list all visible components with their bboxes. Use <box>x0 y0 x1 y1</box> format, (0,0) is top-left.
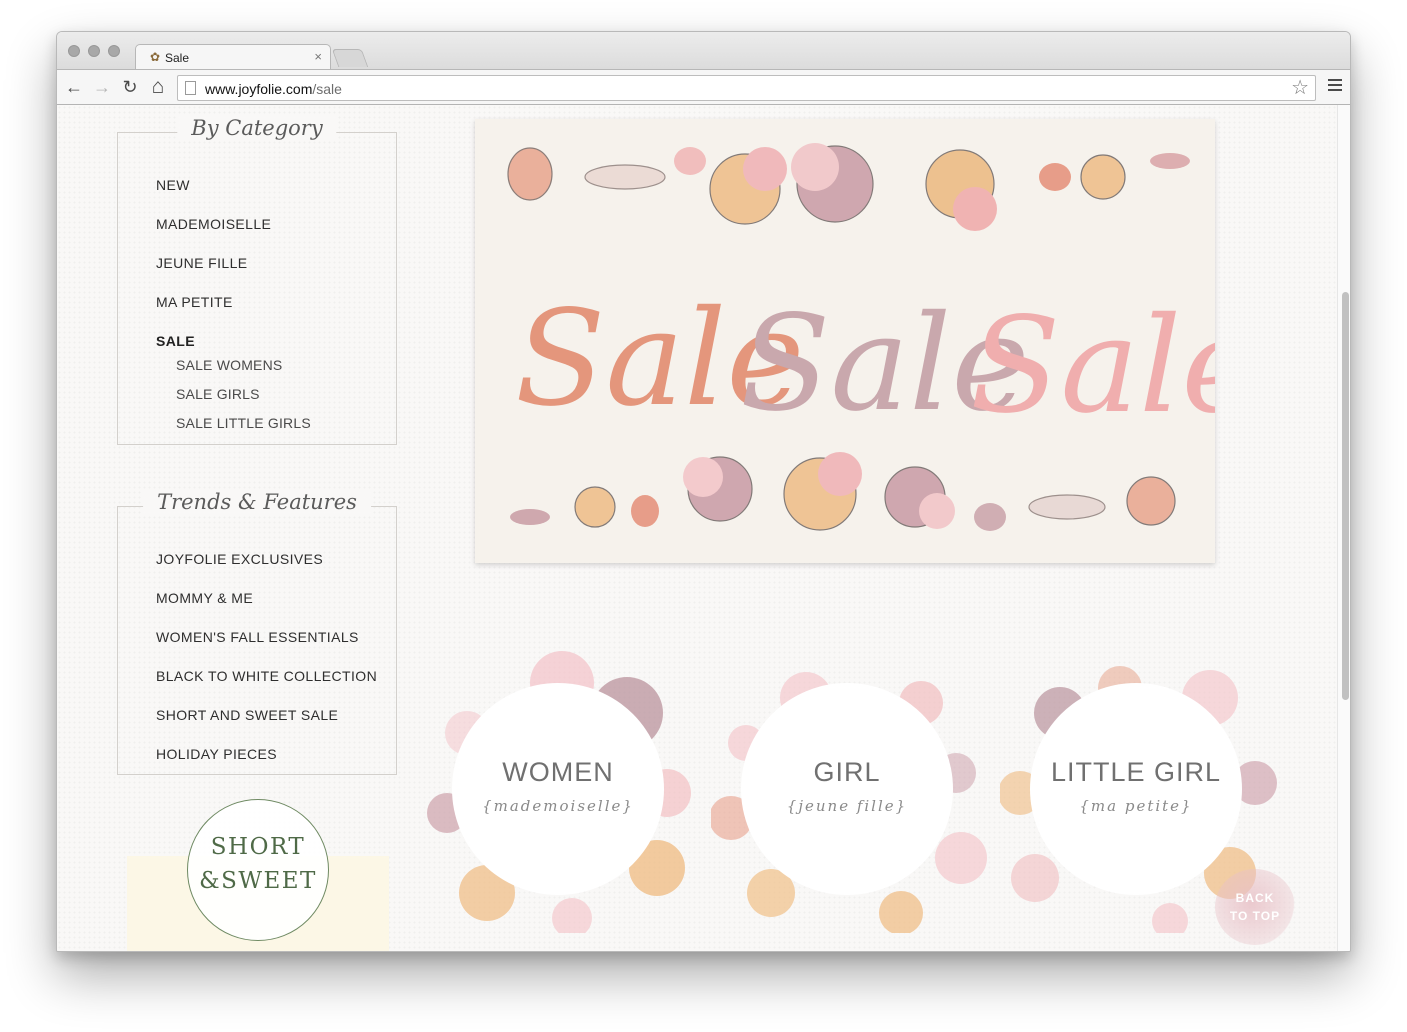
new-tab-button[interactable] <box>331 49 369 67</box>
bookmark-star-icon[interactable]: ☆ <box>1291 77 1309 99</box>
category-panel: By Category NEW MADEMOISELLE JEUNE FILLE… <box>117 116 397 445</box>
nav-item-jeune-fille[interactable]: JEUNE FILLE <box>156 255 248 271</box>
back-to-top-button[interactable]: BACK TO TOP <box>1215 869 1295 945</box>
girl-category-tile[interactable]: GIRL {jeune fille} <box>711 643 991 933</box>
nav-item-ma-petite[interactable]: MA PETITE <box>156 294 233 310</box>
promo-line-1: SHORT <box>210 834 306 860</box>
joyfolie-favicon-icon: ✿ <box>149 50 161 64</box>
minimize-window-button[interactable] <box>88 45 100 57</box>
back-arrow-icon[interactable]: ← <box>63 76 85 98</box>
trends-panel: Trends & Features JOYFOLIE EXCLUSIVES MO… <box>117 490 397 775</box>
women-category-tile[interactable]: WOMEN {mademoiselle} <box>422 643 702 933</box>
little-girl-title: LITTLE GIRL <box>1050 757 1222 787</box>
floral-decoration: Sale Sale Sale <box>507 143 1215 531</box>
close-window-button[interactable] <box>68 45 80 57</box>
nav-item-short-and-sweet-sale[interactable]: SHORT AND SWEET SALE <box>156 707 338 723</box>
sale-banner[interactable]: Sale Sale Sale <box>475 119 1215 563</box>
little-girl-circle: LITTLE GIRL {ma petite} <box>1030 683 1242 895</box>
women-title: WOMEN <box>502 757 614 787</box>
url-text: www.joyfolie.com/sale <box>205 81 342 97</box>
sale-word-3: Sale <box>970 289 1215 443</box>
page-scrollbar[interactable] <box>1337 105 1350 951</box>
nav-subitem-sale-girls[interactable]: SALE GIRLS <box>176 386 260 402</box>
little-girl-subtitle: {ma petite} <box>1079 797 1193 815</box>
nav-item-mademoiselle[interactable]: MADEMOISELLE <box>156 216 271 232</box>
nav-item-joyfolie-exclusives[interactable]: JOYFOLIE EXCLUSIVES <box>156 551 323 567</box>
browser-window: ✿ Sale × ← → ↻ ⌂ www.joyfolie.com/sale ☆… <box>56 31 1351 952</box>
nav-item-new[interactable]: NEW <box>156 177 190 193</box>
tab-close-icon[interactable]: × <box>314 49 322 64</box>
women-circle: WOMEN {mademoiselle} <box>452 683 664 895</box>
hamburger-menu-icon[interactable] <box>1328 79 1342 93</box>
nav-item-sale[interactable]: SALE <box>156 333 195 349</box>
reload-icon[interactable]: ↻ <box>119 76 141 98</box>
girl-title: GIRL <box>813 757 881 787</box>
home-icon[interactable]: ⌂ <box>147 76 169 98</box>
scrollbar-thumb[interactable] <box>1342 292 1349 700</box>
category-panel-title: By Category <box>177 116 337 140</box>
promo-line-2: &SWEET <box>199 868 317 894</box>
nav-item-holiday-pieces[interactable]: HOLIDAY PIECES <box>156 746 277 762</box>
page-icon <box>185 81 196 95</box>
zoom-window-button[interactable] <box>108 45 120 57</box>
nav-item-womens-fall-essentials[interactable]: WOMEN'S FALL ESSENTIALS <box>156 629 359 645</box>
back-to-top-line-2: TO TOP <box>1229 909 1281 923</box>
short-and-sweet-promo[interactable]: SHORT &SWEET <box>187 799 329 941</box>
browser-toolbar: ← → ↻ ⌂ www.joyfolie.com/sale ☆ <box>57 69 1350 105</box>
nav-item-black-to-white-collection[interactable]: BLACK TO WHITE COLLECTION <box>156 668 377 684</box>
girl-circle: GIRL {jeune fille} <box>741 683 953 895</box>
nav-subitem-sale-womens[interactable]: SALE WOMENS <box>176 357 282 373</box>
nav-subitem-sale-little-girls[interactable]: SALE LITTLE GIRLS <box>176 415 311 431</box>
back-to-top-line-1: BACK <box>1235 891 1275 905</box>
tab-title: Sale <box>165 51 190 65</box>
page-viewport: By Category NEW MADEMOISELLE JEUNE FILLE… <box>57 105 1337 951</box>
title-bar: ✿ Sale × <box>57 32 1350 70</box>
women-subtitle: {mademoiselle} <box>482 797 634 815</box>
nav-item-mommy-and-me[interactable]: MOMMY & ME <box>156 590 253 606</box>
browser-tab[interactable]: ✿ Sale × <box>135 44 331 70</box>
address-bar[interactable]: www.joyfolie.com/sale ☆ <box>177 75 1316 101</box>
girl-subtitle: {jeune fille} <box>786 797 908 815</box>
forward-arrow-icon[interactable]: → <box>91 76 113 98</box>
trends-panel-title: Trends & Features <box>143 490 371 514</box>
